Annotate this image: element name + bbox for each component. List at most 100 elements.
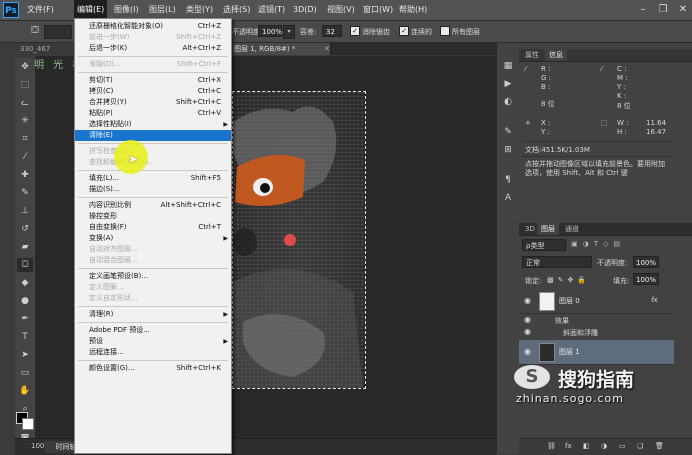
brush-panel-icon[interactable]: ✎ — [501, 125, 515, 139]
layer-kind-filter[interactable]: ρ类型 — [522, 239, 566, 251]
menu-edit[interactable]: 编辑(E) — [74, 0, 108, 20]
background-color-swatch[interactable] — [22, 418, 34, 430]
tab-layers[interactable]: 图层 — [537, 223, 559, 235]
menu-item[interactable]: 选择性粘贴(I) ▶ — [75, 119, 231, 130]
menu-item[interactable]: 定义画笔预设(B)... — [75, 271, 231, 282]
stamp-tool-icon[interactable]: ⊥ — [17, 204, 33, 218]
fill-source-dropdown[interactable] — [44, 25, 72, 39]
menu-view[interactable]: 视图(V) — [324, 0, 358, 20]
new-group-icon[interactable]: ▭ — [619, 442, 626, 450]
magic-wand-tool-icon[interactable]: ✳ — [17, 114, 33, 128]
menu-item[interactable]: Adobe PDF 预设... — [75, 325, 231, 336]
restore-icon[interactable]: ❐ — [656, 3, 670, 16]
paragraph-panel-icon[interactable]: ¶ — [501, 173, 515, 187]
lock-options-icons[interactable]: ▩✎✥🔒 — [547, 276, 590, 284]
menu-filter[interactable]: 滤镜(T) — [255, 0, 288, 20]
history-panel-icon[interactable]: ▦ — [501, 59, 515, 73]
eraser-tool-icon[interactable]: ▰ — [17, 240, 33, 254]
character-panel-icon[interactable]: A — [501, 191, 515, 205]
dodge-tool-icon[interactable]: ● — [17, 294, 33, 308]
blur-tool-icon[interactable]: ◆ — [17, 276, 33, 290]
doc-tab-1[interactable]: 330_467 — [16, 43, 79, 55]
menu-3d[interactable]: 3D(D) — [290, 0, 320, 20]
layer-fx-icon[interactable]: fx — [651, 296, 658, 304]
menu-item[interactable]: 合并拷贝(Y) Shift+Ctrl+C — [75, 97, 231, 108]
sogou-logo-icon: S — [514, 365, 550, 389]
all-layers-checkbox[interactable] — [440, 26, 450, 36]
contiguous-checkbox[interactable]: ✓ — [399, 26, 409, 36]
menu-item[interactable]: 内容识别比例 Alt+Shift+Ctrl+C — [75, 200, 231, 211]
menu-item[interactable]: 清除(E) — [75, 130, 231, 141]
visibility-eye-icon[interactable]: ◉ — [524, 327, 531, 336]
doc-tab-close-icon[interactable]: ✕ — [324, 43, 330, 55]
menu-item[interactable]: 远程连接... — [75, 347, 231, 358]
menu-item[interactable]: 颜色设置(G)... Shift+Ctrl+K — [75, 363, 231, 374]
minimize-icon[interactable]: – — [636, 3, 650, 16]
menu-item[interactable]: 操控变形 — [75, 211, 231, 222]
document-canvas[interactable] — [232, 91, 366, 389]
visibility-eye-icon[interactable]: ◉ — [524, 296, 531, 305]
close-icon[interactable]: ✕ — [676, 3, 690, 16]
opacity-input[interactable]: 100% — [258, 25, 282, 37]
visibility-eye-icon[interactable]: ◉ — [524, 347, 531, 356]
blend-mode-select[interactable]: 正常 — [522, 256, 592, 268]
layer-opacity-input[interactable]: 100% — [633, 256, 659, 268]
menu-item[interactable]: 粘贴(P) Ctrl+V — [75, 108, 231, 119]
hand-tool-icon[interactable]: ✋ — [17, 384, 33, 398]
tab-channels[interactable]: 通道 — [561, 223, 583, 235]
marquee-tool-icon[interactable]: ⬚ — [17, 78, 33, 92]
paint-bucket-tool-icon[interactable]: ⛋ — [28, 24, 42, 38]
healing-tool-icon[interactable]: ✚ — [17, 168, 33, 182]
add-mask-icon[interactable]: ◧ — [583, 442, 590, 450]
menu-item[interactable]: 后退一步(K) Alt+Ctrl+Z — [75, 43, 231, 54]
menu-layer[interactable]: 图层(L) — [146, 0, 179, 20]
swatches-panel-icon[interactable]: ◐ — [501, 95, 515, 109]
paint-bucket-tool-icon[interactable]: ⛋ — [17, 258, 33, 272]
tolerance-input[interactable]: 32 — [322, 25, 342, 37]
fill-input[interactable]: 100% — [633, 273, 659, 285]
history-brush-tool-icon[interactable]: ↺ — [17, 222, 33, 236]
layer-row-0[interactable]: ◉ 图层 0 fx — [519, 289, 674, 314]
menu-image[interactable]: 图像(I) — [111, 0, 142, 20]
menu-item[interactable]: 变换(A) ▶ — [75, 233, 231, 244]
crop-tool-icon[interactable]: ⌗ — [17, 132, 33, 146]
menu-item[interactable]: 填充(L)... Shift+F5 — [75, 173, 231, 184]
brush-tool-icon[interactable]: ✎ — [17, 186, 33, 200]
lasso-tool-icon[interactable]: ᓚ — [17, 96, 33, 110]
tab-info[interactable]: 信息 — [545, 49, 567, 61]
eyedropper-tool-icon[interactable]: ⁄ — [17, 150, 33, 164]
menu-select[interactable]: 选择(S) — [220, 0, 253, 20]
layer-effects-row[interactable]: ◉ 效果 — [519, 314, 674, 325]
actions-play-icon[interactable]: ▶ — [501, 77, 515, 91]
menu-item[interactable]: 描边(S)... — [75, 184, 231, 195]
layer-effect-bevel-row[interactable]: ◉ 斜面和浮雕 — [519, 326, 674, 337]
link-layers-icon[interactable]: ⛓ — [547, 442, 556, 450]
shape-tool-icon[interactable]: ▭ — [17, 366, 33, 380]
menu-help[interactable]: 帮助(H) — [396, 0, 430, 20]
menu-item[interactable]: 拷贝(C) Ctrl+C — [75, 86, 231, 97]
menu-item[interactable]: 还原栅格化智能对象(O) Ctrl+Z — [75, 21, 231, 32]
pen-tool-icon[interactable]: ✒ — [17, 312, 33, 326]
menu-item[interactable]: 清理(R) ▶ — [75, 309, 231, 320]
visibility-eye-icon[interactable]: ◉ — [524, 315, 531, 324]
doc-tab-active[interactable]: 图层 1, RGB/8#) * — [230, 43, 331, 55]
menu-window[interactable]: 窗口(W) — [360, 0, 396, 20]
move-tool-icon[interactable]: ✥ — [17, 60, 33, 74]
menu-item[interactable]: 剪切(T) Ctrl+X — [75, 75, 231, 86]
opacity-dropdown-icon[interactable]: ▾ — [283, 25, 295, 39]
layer-filter-icons[interactable]: ▣◑T◇▤ — [571, 240, 625, 248]
new-layer-icon[interactable]: ❏ — [637, 442, 643, 450]
menu-item[interactable]: 预设 ▶ — [75, 336, 231, 347]
menu-type[interactable]: 类型(Y) — [183, 0, 216, 20]
antialias-checkbox[interactable]: ✓ — [350, 26, 360, 36]
menu-item[interactable]: 自由变换(F) Ctrl+T — [75, 222, 231, 233]
adjustment-layer-icon[interactable]: ◑ — [601, 442, 607, 450]
add-style-icon[interactable]: fx — [565, 442, 572, 450]
clone-source-icon[interactable]: ⊞ — [501, 143, 515, 157]
delete-layer-icon[interactable]: 🗑 — [655, 442, 664, 450]
layer-row-1-selected[interactable]: ◉ 图层 1 — [519, 340, 674, 365]
type-tool-icon[interactable]: T — [17, 330, 33, 344]
menu-file[interactable]: 文件(F) — [24, 0, 57, 20]
tab-properties[interactable]: 属性 — [521, 49, 543, 61]
path-select-tool-icon[interactable]: ➤ — [17, 348, 33, 362]
